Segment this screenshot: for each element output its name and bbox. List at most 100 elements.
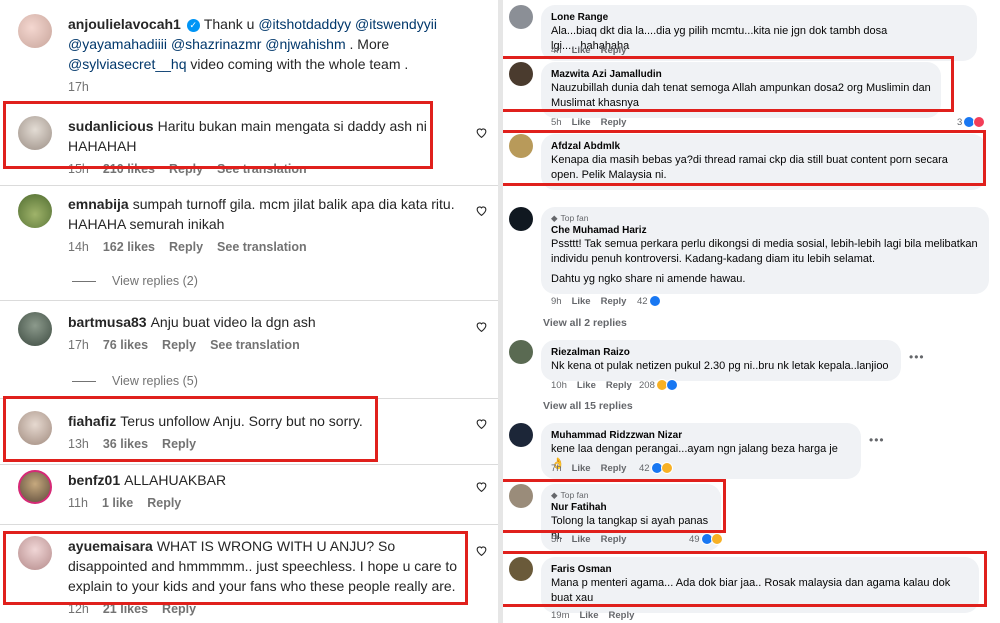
facebook-comments-panel: Lone Range Ala...biaq dkt dia la....dia … [503,0,1000,623]
like-button[interactable]: Like [579,610,598,621]
avatar[interactable] [509,5,533,29]
timestamp: 19m [551,610,570,621]
username[interactable]: emnabija [68,196,129,212]
avatar[interactable] [18,312,52,346]
heart-icon[interactable] [475,417,488,430]
like-button[interactable]: Like [572,463,591,474]
love-reaction-icon [973,116,986,128]
reply-button[interactable]: Reply [169,240,203,254]
author-name[interactable]: Muhammad Ridzzwan Nizar [551,429,851,442]
more-options-icon[interactable]: ••• [869,433,885,447]
comment-body: Pssttt! Tak semua perkara perlu dikongsi… [551,238,978,265]
reply-button[interactable]: Reply [606,380,632,391]
avatar[interactable] [509,207,533,231]
comment-body: Nk kena ot pulak netizen pukul 2.30 pg n… [551,360,889,372]
heart-icon[interactable] [475,204,488,217]
likes-count[interactable]: 76 likes [103,338,148,352]
username[interactable]: anjoulielavocah1 [68,16,181,32]
timestamp: 9h [551,296,562,307]
avatar[interactable] [18,470,52,504]
mention-link[interactable]: @njwahishm [265,36,345,52]
timestamp: 4h [551,45,562,56]
highlight-box [3,531,468,605]
reaction-summary[interactable]: 42 [639,462,673,474]
avatar[interactable] [18,14,52,48]
reaction-summary[interactable]: 42 [637,295,661,307]
more-options-icon[interactable]: ••• [909,350,925,364]
view-all-replies-button[interactable]: View all 15 replies [543,400,633,412]
heart-icon[interactable] [475,126,488,139]
comment-meta: 5h Like Reply [551,117,636,128]
avatar[interactable] [509,340,533,364]
like-button[interactable]: Like [577,380,596,391]
view-replies-button[interactable]: View replies (5) [72,374,198,388]
heart-icon[interactable] [475,544,488,557]
author-name[interactable]: Che Muhamad Hariz [551,224,979,237]
reply-button[interactable]: Reply [609,610,635,621]
timestamp: 14h [68,240,89,254]
avatar[interactable] [18,194,52,228]
comment-meta: 19m Like Reply [551,610,644,621]
reply-button[interactable]: Reply [601,534,627,545]
like-button[interactable]: Like [572,117,591,128]
heart-icon[interactable] [475,320,488,333]
avatar[interactable] [509,423,533,447]
comment: benfz01 ALLAHUAKBAR 11h 1 like Reply [18,470,488,515]
reply-button[interactable]: Reply [601,296,627,307]
reaction-summary[interactable]: 208 [639,379,678,391]
comment-body: ALLAHUAKBAR [124,472,227,488]
timestamp: 5h [551,117,562,128]
comment-bubble: ◆ Top fan Che Muhamad Hariz Pssttt! Tak s… [541,207,989,294]
timestamp: 17h [68,338,89,352]
likes-count[interactable]: 162 likes [103,240,155,254]
divider [0,300,498,301]
mention-link[interactable]: @sylviasecret__hq [68,56,187,72]
view-replies-button[interactable]: View replies (2) [72,274,198,288]
author-name[interactable]: Lone Range [551,11,967,24]
comment-text: bartmusa83 Anju buat video la dgn ash [68,312,458,332]
reaction-summary[interactable]: 49 [689,533,723,545]
mention-link[interactable]: @yayamahadiiii [68,36,167,52]
haha-reaction-icon [660,462,673,474]
divider [0,185,498,186]
mention-link[interactable]: @itswendyyii [355,16,437,32]
badge-label: Top fan [560,213,589,223]
like-reaction-icon [648,295,661,307]
username[interactable]: benfz01 [68,472,120,488]
highlight-box [503,56,954,112]
highlight-box [3,396,378,462]
like-button[interactable]: Like [572,534,591,545]
like-button[interactable]: Like [572,45,591,56]
verified-icon: ✓ [186,19,200,32]
like-button[interactable]: Like [572,296,591,307]
see-translation-link[interactable]: See translation [210,338,300,352]
comment-meta: 17h [68,80,488,94]
reply-button[interactable]: Reply [601,117,627,128]
likes-count[interactable]: 1 like [102,496,133,510]
reply-button[interactable]: Reply [601,45,627,56]
reaction-count: 3 [957,116,963,128]
heart-icon[interactable] [475,480,488,493]
like-reaction-icon [665,379,678,391]
mention-link[interactable]: @itshotdaddyy [258,16,351,32]
reply-button[interactable]: Reply [162,338,196,352]
reaction-summary[interactable]: 3 [957,116,986,128]
comment: ◆ Top fan Che Muhamad Hariz Pssttt! Tak s… [509,207,999,307]
comment-meta: 10h Like Reply [551,380,642,391]
top-fan-badge: ◆ Top fan [551,213,979,224]
timestamp: 11h [68,496,88,510]
comment: bartmusa83 Anju buat video la dgn ash 17h… [18,312,488,362]
comment: Muhammad Ridzzwan Nizar kene laa dengan … [509,423,999,479]
author-name[interactable]: Riezalman Raizo [551,346,891,359]
comment-meta: 14h 162 likes Reply See translation [68,240,458,254]
mention-link[interactable]: @shazrinazmr [171,36,261,52]
reply-button[interactable]: Reply [147,496,181,510]
timestamp: 7h [551,463,562,474]
username[interactable]: bartmusa83 [68,314,147,330]
view-all-replies-button[interactable]: View all 2 replies [543,317,627,329]
reaction-count: 208 [639,379,655,391]
highlight-box [503,479,726,533]
reply-button[interactable]: Reply [601,463,627,474]
see-translation-link[interactable]: See translation [217,240,307,254]
instagram-comments-panel: anjoulielavocah1 ✓ Thank u @itshotdaddyy @… [0,0,498,623]
